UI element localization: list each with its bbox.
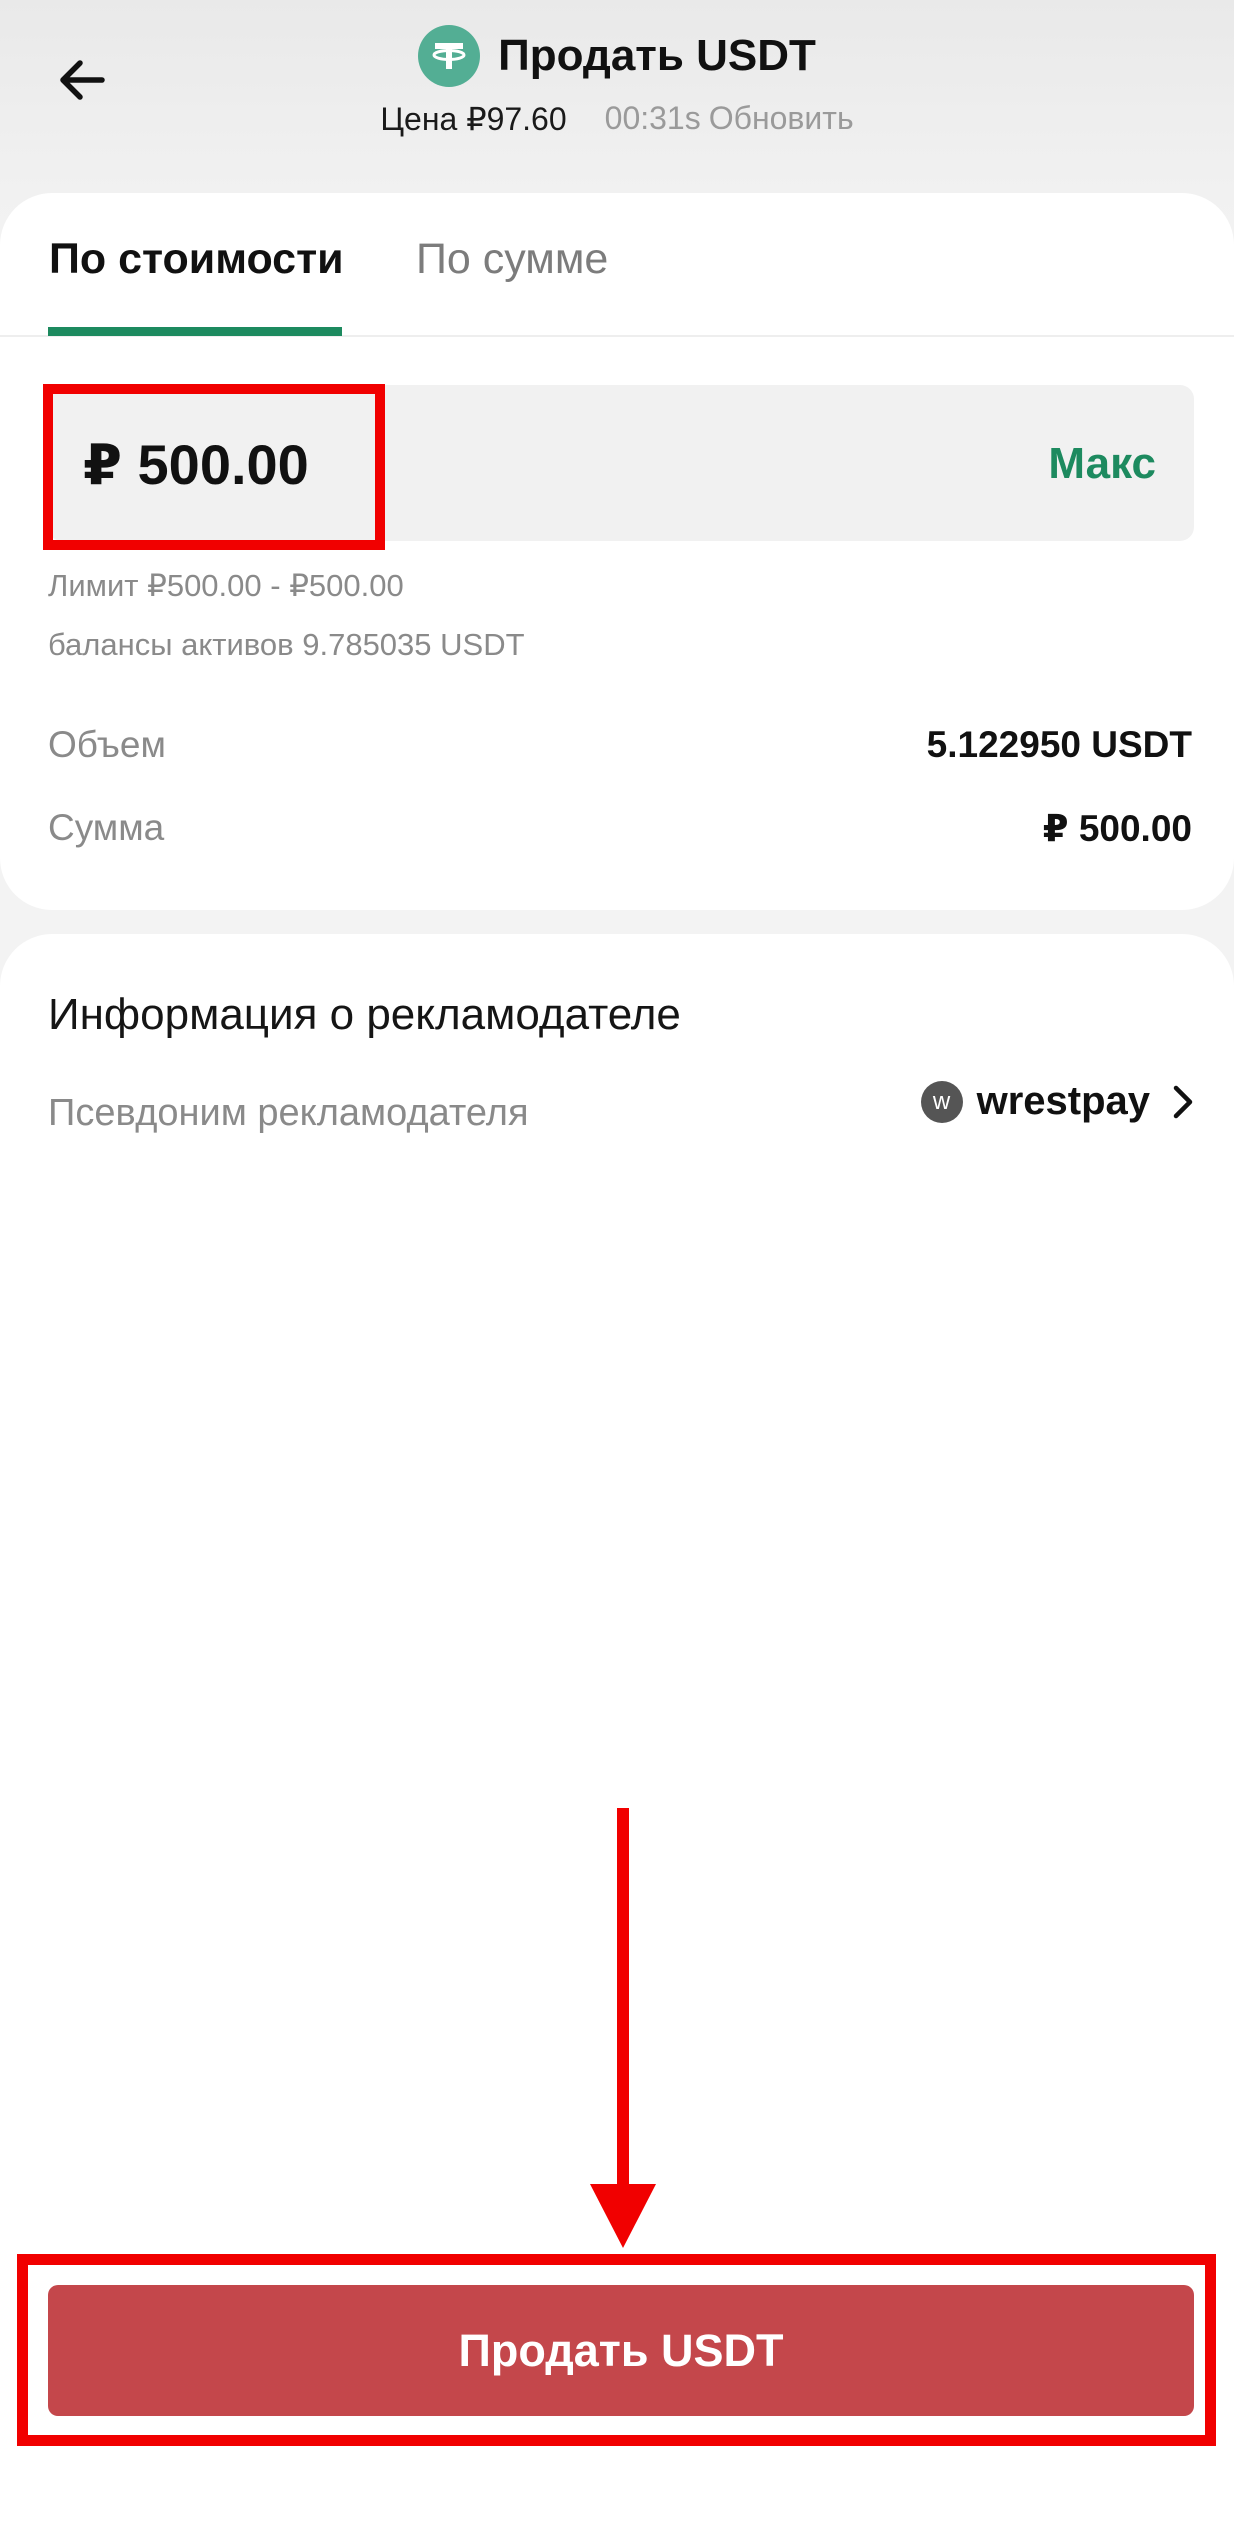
volume-label: Объем [48, 724, 166, 765]
avatar: w [920, 1080, 963, 1123]
price-text: Цена ₽97.60 [380, 101, 567, 137]
annotation-arrow-icon [590, 1808, 656, 2248]
header-title-row: Продать USDT [0, 25, 1234, 87]
tab-by-value[interactable]: По стоимости [49, 235, 344, 284]
price-row: Цена ₽97.60 00:31s Обновить [0, 100, 1234, 138]
sum-value: ₽ 500.00 [1042, 808, 1192, 849]
advertiser-section-title: Информация о рекламодателе [48, 990, 681, 1039]
page-title: Продать USDT [498, 31, 816, 80]
volume-value: 5.122950 USDT [926, 724, 1192, 765]
usdt-logo-icon [418, 25, 481, 87]
refresh-timer: 00:31s [604, 100, 701, 136]
balance-text: балансы активов 9.785035 USDT [48, 627, 525, 662]
max-button[interactable]: Макс [1048, 439, 1156, 489]
advertiser-link[interactable]: w wrestpay [920, 1079, 1196, 1124]
annotation-highlight-amount [43, 384, 385, 550]
advertiser-name: wrestpay [976, 1079, 1150, 1123]
tab-bar: По стоимости По сумме [0, 193, 1234, 337]
order-card: По стоимости По сумме ₽ 500.00 Макс Лими… [0, 193, 1234, 910]
chevron-right-icon [1173, 1085, 1193, 1118]
active-tab-indicator [48, 327, 342, 336]
tab-by-amount[interactable]: По сумме [416, 235, 608, 284]
limit-text: Лимит ₽500.00 - ₽500.00 [48, 568, 404, 603]
refresh-link[interactable]: Обновить [709, 100, 854, 138]
sum-label: Сумма [48, 807, 165, 848]
sell-usdt-button[interactable]: Продать USDT [48, 2285, 1194, 2416]
advertiser-nickname-label: Псевдоним рекламодателя [48, 1092, 529, 1134]
